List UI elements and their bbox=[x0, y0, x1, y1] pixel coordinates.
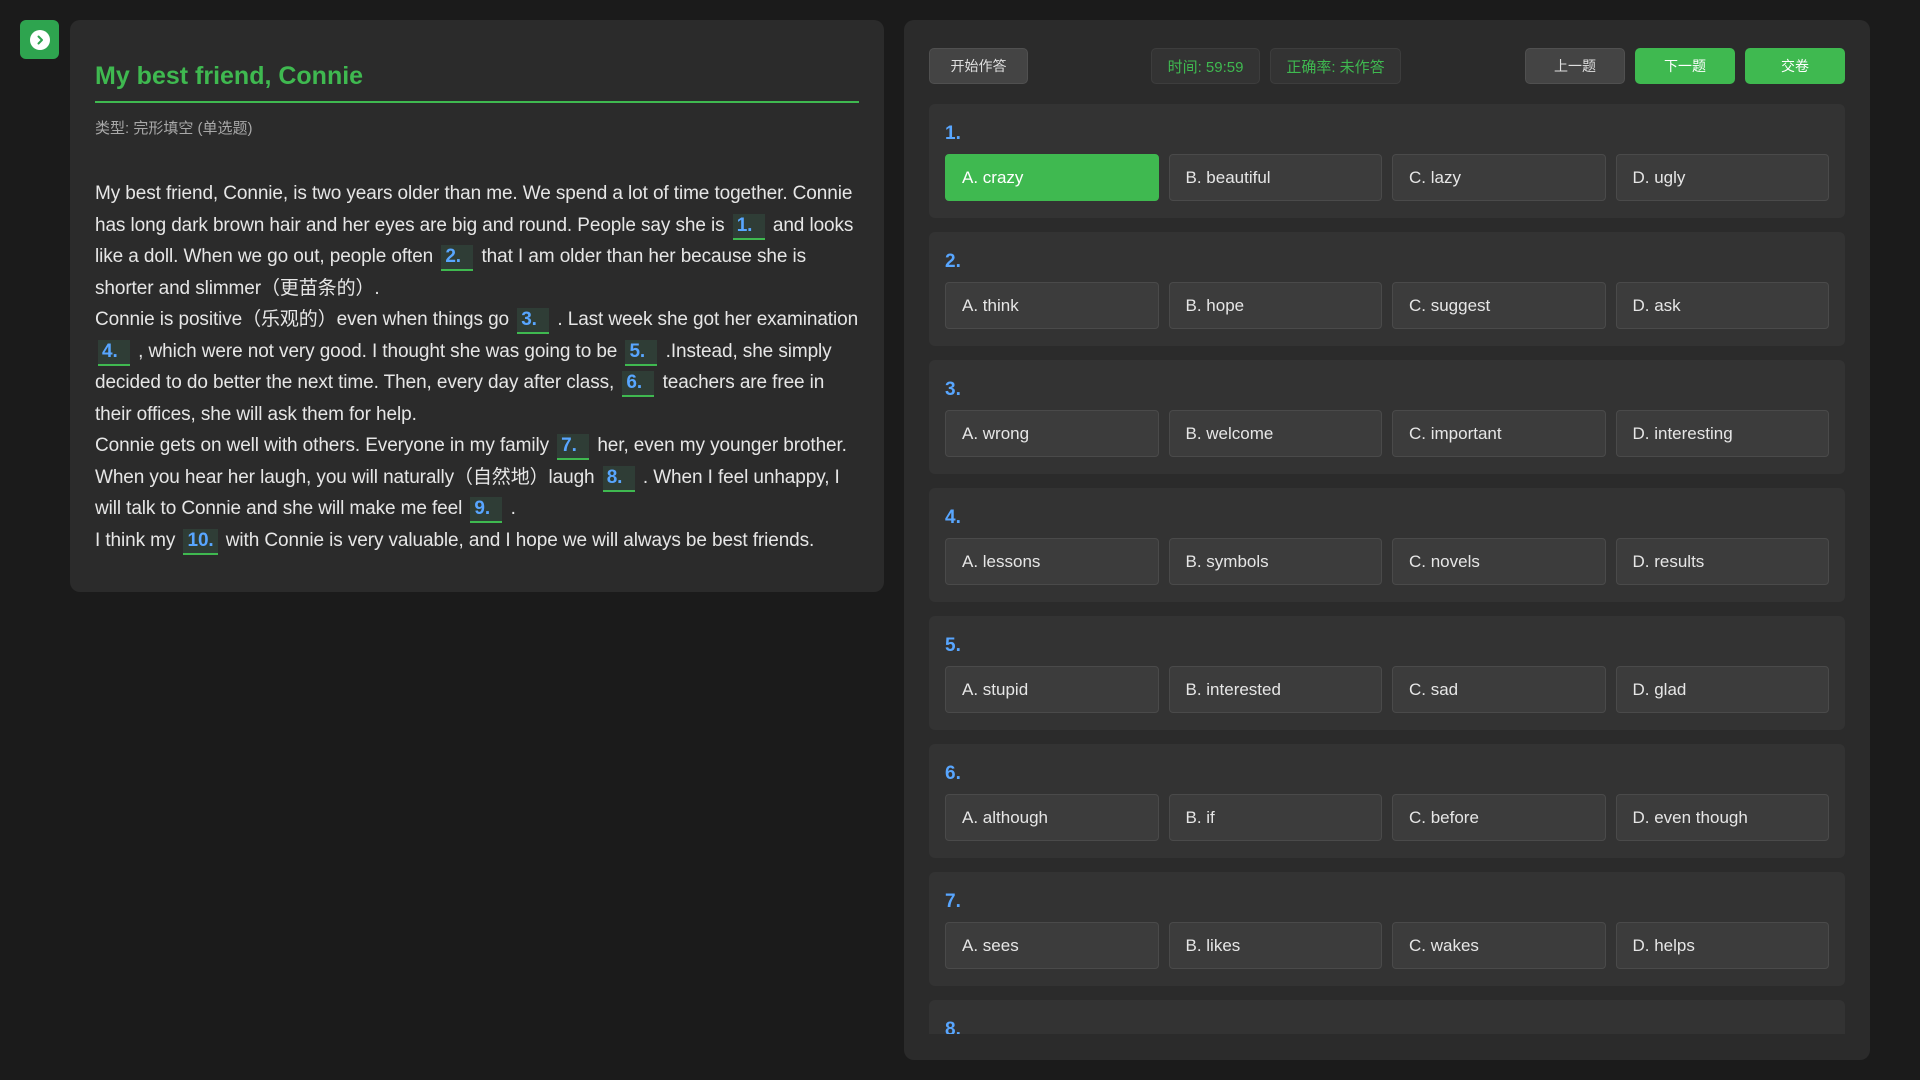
question-number: 4. bbox=[945, 507, 961, 528]
option-button[interactable]: D. results bbox=[1615, 538, 1829, 585]
option-button[interactable]: B. likes bbox=[1168, 922, 1382, 969]
passage-panel: My best friend, Connie 类型: 完形填空 (单选题) My… bbox=[70, 20, 884, 592]
option-button[interactable]: A. crazy bbox=[945, 154, 1159, 201]
option-row: A. think B. hope C. suggest D. ask bbox=[945, 282, 1829, 329]
toggle-panel-button[interactable] bbox=[20, 20, 59, 59]
option-row: A. lessons B. symbols C. novels D. results bbox=[945, 538, 1829, 585]
option-button[interactable]: B. hope bbox=[1168, 282, 1382, 329]
timer-display: 时间: 59:59 bbox=[1151, 48, 1260, 84]
question-number: 6. bbox=[945, 763, 961, 784]
question-number: 3. bbox=[945, 379, 961, 400]
question-card-6: 6. A. although B. if C. before D. even thoug… bbox=[929, 744, 1845, 858]
question-panel: 开始作答 时间: 59:59 正确率: 未作答 上一题 下一题 交卷 1. A. … bbox=[904, 20, 1870, 1060]
option-button[interactable]: B. interested bbox=[1168, 666, 1382, 713]
question-card-2: 2. A. think B. hope C. suggest D. ask bbox=[929, 232, 1845, 346]
passage-segment: with Connie is very valuable, and I hope… bbox=[220, 529, 815, 551]
blank-3[interactable]: 3. bbox=[517, 308, 550, 334]
option-button[interactable]: B. welcome bbox=[1168, 410, 1382, 457]
question-card-7: 7. A. sees B. likes C. wakes D. helps bbox=[929, 872, 1845, 986]
blank-9[interactable]: 9. bbox=[470, 497, 503, 523]
blank-4[interactable]: 4. bbox=[98, 339, 130, 366]
question-number: 8. bbox=[945, 1019, 961, 1034]
option-button[interactable]: D. helps bbox=[1615, 922, 1829, 969]
question-list[interactable]: 1. A. crazy B. beautiful C. lazy D. ugly 2. A.… bbox=[929, 104, 1845, 1034]
question-number: 2. bbox=[945, 251, 961, 272]
option-button[interactable]: D. glad bbox=[1615, 666, 1829, 713]
option-row: A. stupid B. interested C. sad D. glad bbox=[945, 666, 1829, 713]
option-button[interactable]: B. symbols bbox=[1168, 538, 1382, 585]
blank-10[interactable]: 10. bbox=[183, 528, 218, 555]
blank-5[interactable]: 5. bbox=[625, 339, 658, 366]
question-type-label: 类型: 完形填空 (单选题) bbox=[95, 120, 253, 137]
option-button[interactable]: D. interesting bbox=[1615, 410, 1829, 457]
next-question-button[interactable]: 下一题 bbox=[1635, 48, 1735, 84]
question-card-3: 3. A. wrong B. welcome C. important D. inter… bbox=[929, 360, 1845, 474]
option-button[interactable]: A. wrong bbox=[945, 410, 1159, 457]
option-button[interactable]: C. lazy bbox=[1392, 154, 1606, 201]
option-button[interactable]: A. stupid bbox=[945, 666, 1159, 713]
option-button[interactable]: C. before bbox=[1392, 794, 1606, 841]
option-row: A. wrong B. welcome C. important D. interes… bbox=[945, 410, 1829, 457]
question-number: 1. bbox=[945, 123, 961, 144]
start-answer-button[interactable]: 开始作答 bbox=[929, 48, 1028, 84]
option-row: A. although B. if C. before D. even though bbox=[945, 794, 1829, 841]
passage-segment: . Last week she got her examination bbox=[552, 309, 859, 330]
question-card-5: 5. A. stupid B. interested C. sad D. glad bbox=[929, 616, 1845, 730]
question-number: 7. bbox=[945, 891, 961, 912]
option-button[interactable]: A. think bbox=[945, 282, 1159, 329]
option-button[interactable]: D. ask bbox=[1615, 282, 1829, 329]
question-card-1: 1. A. crazy B. beautiful C. lazy D. ugly bbox=[929, 104, 1845, 218]
passage-segment: . bbox=[505, 498, 516, 519]
accuracy-display: 正确率: 未作答 bbox=[1270, 48, 1401, 84]
option-button[interactable]: B. beautiful bbox=[1168, 154, 1382, 201]
option-button[interactable]: C. sad bbox=[1392, 666, 1606, 713]
option-button[interactable]: A. lessons bbox=[945, 538, 1159, 585]
passage-title: My best friend, Connie bbox=[95, 62, 859, 103]
blank-2[interactable]: 2. bbox=[441, 245, 474, 271]
blank-8[interactable]: 8. bbox=[602, 465, 635, 492]
option-button[interactable]: A. sees bbox=[945, 922, 1159, 969]
question-card-8: 8. bbox=[929, 1000, 1845, 1034]
option-button[interactable]: B. if bbox=[1168, 794, 1382, 841]
option-button[interactable]: C. wakes bbox=[1392, 922, 1606, 969]
option-button[interactable]: D. even though bbox=[1615, 794, 1829, 841]
passage-text: My best friend, Connie, is two years old… bbox=[95, 178, 859, 556]
blank-6[interactable]: 6. bbox=[622, 371, 655, 397]
option-button[interactable]: C. novels bbox=[1392, 538, 1606, 585]
passage-segment: Connie is positive（乐观的）even when things … bbox=[95, 309, 515, 330]
option-button[interactable]: A. although bbox=[945, 794, 1159, 841]
chevron-right-circle-icon bbox=[29, 29, 50, 50]
passage-segment: I think my bbox=[95, 529, 181, 551]
option-button[interactable]: D. ugly bbox=[1615, 154, 1829, 201]
blank-1[interactable]: 1. bbox=[732, 213, 765, 240]
submit-button[interactable]: 交卷 bbox=[1745, 48, 1845, 84]
option-button[interactable]: C. suggest bbox=[1392, 282, 1606, 329]
question-number: 5. bbox=[945, 635, 961, 656]
toolbar: 开始作答 时间: 59:59 正确率: 未作答 上一题 下一题 交卷 bbox=[929, 48, 1845, 84]
blank-7[interactable]: 7. bbox=[557, 434, 590, 460]
passage-segment: Connie gets on well with others. Everyon… bbox=[95, 435, 555, 456]
option-button[interactable]: C. important bbox=[1392, 410, 1606, 457]
passage-segment: , which were not very good. I thought sh… bbox=[133, 340, 623, 362]
option-row: A. crazy B. beautiful C. lazy D. ugly bbox=[945, 154, 1829, 201]
prev-question-button[interactable]: 上一题 bbox=[1525, 48, 1625, 84]
question-card-4: 4. A. lessons B. symbols C. novels D. result… bbox=[929, 488, 1845, 602]
option-row: A. sees B. likes C. wakes D. helps bbox=[945, 922, 1829, 969]
